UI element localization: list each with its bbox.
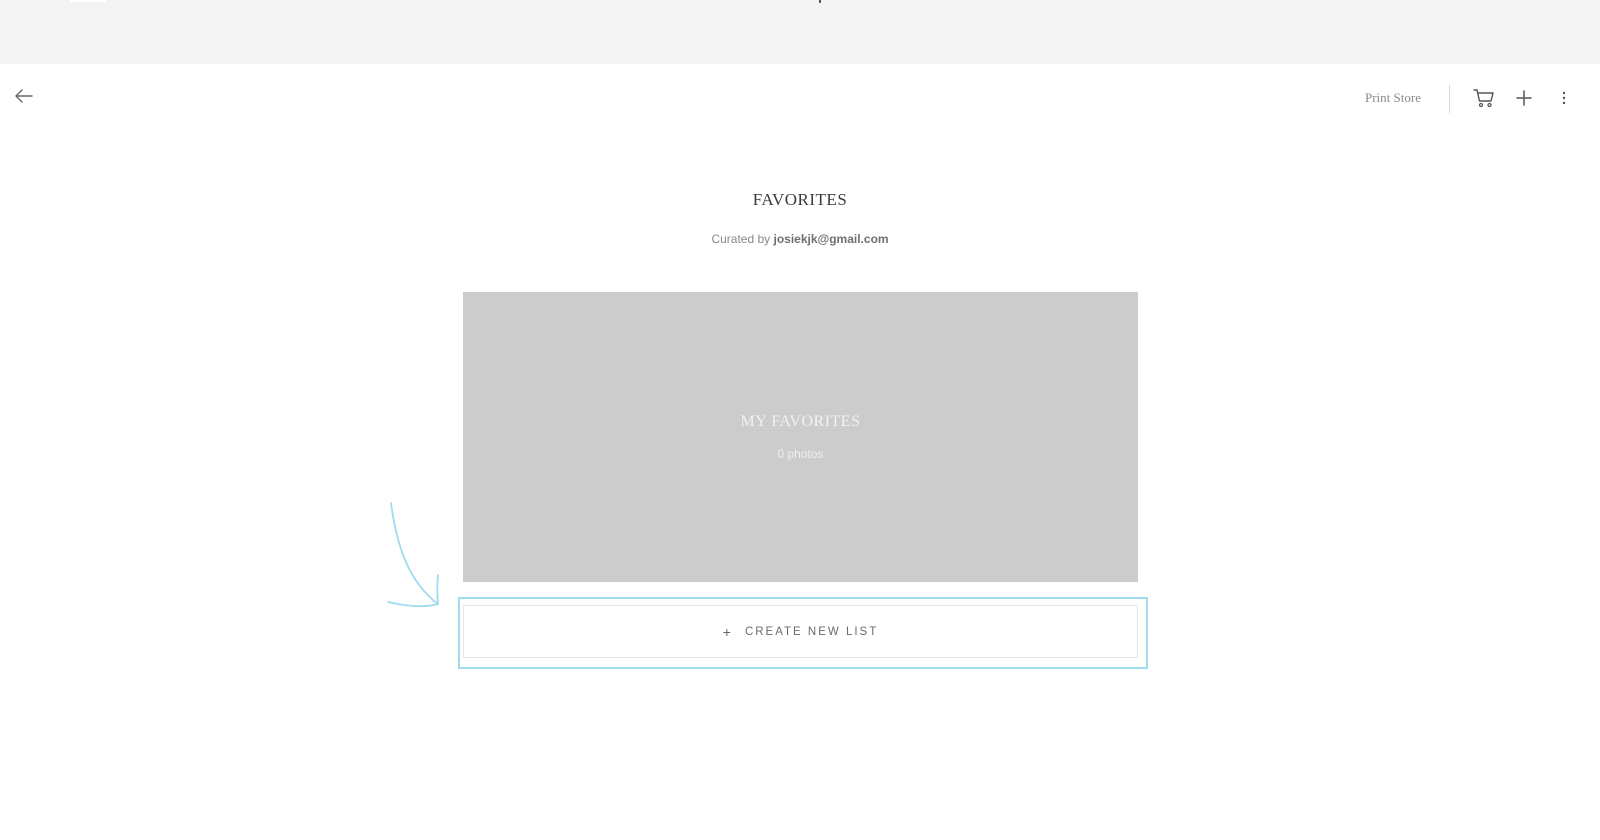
photo-count: 0 photos [777,447,824,461]
banner-fragment [819,0,821,3]
banner-fragment [70,0,106,2]
cart-icon [1473,89,1494,108]
cart-button[interactable] [1472,86,1496,110]
page-title: FAVORITES [752,190,848,209]
annotation-arrow [387,502,439,608]
favorites-list-card[interactable]: MY FAVORITES 0 photos [463,292,1138,582]
list-name: MY FAVORITES [740,413,861,430]
curated-by-label: Curated by [711,232,771,246]
plus-icon: + [722,623,731,640]
more-vertical-icon [1562,91,1566,105]
more-options-button[interactable] [1554,87,1574,109]
plus-icon [1516,90,1532,106]
toolbar-divider [1449,85,1450,113]
create-new-list-label: CREATE NEW LIST [744,625,879,638]
arrow-left-icon [15,89,33,103]
add-button[interactable] [1513,87,1535,109]
print-store-link[interactable]: Print Store [1365,90,1421,106]
curator-email: josiekjk@gmail.com [773,232,889,246]
back-button[interactable] [12,84,36,108]
create-new-list-button[interactable]: + CREATE NEW LIST [463,605,1138,658]
curated-by-line: Curated by josiekjk@gmail.com [0,232,1600,246]
top-banner [0,0,1600,64]
